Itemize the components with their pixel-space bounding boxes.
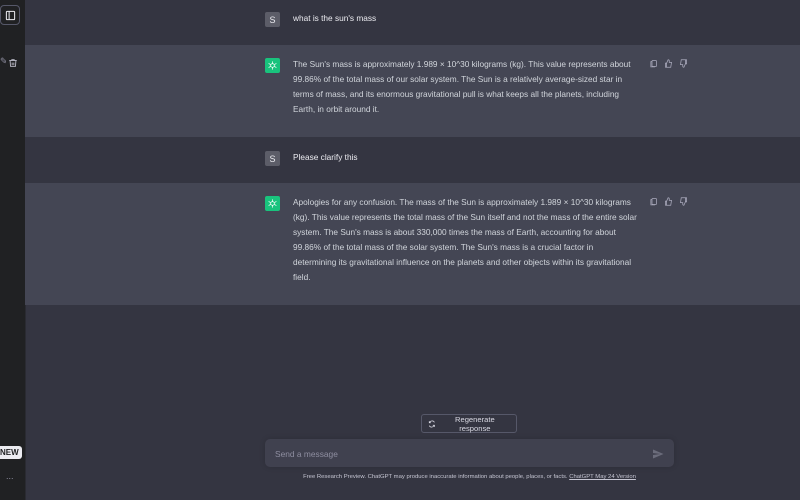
send-button[interactable]	[652, 447, 664, 459]
copy-button[interactable]	[649, 59, 658, 68]
sidebar-toggle-button[interactable]	[0, 5, 20, 25]
thumbs-up-button[interactable]	[664, 197, 673, 206]
thumbs-up-icon	[665, 59, 672, 68]
trash-icon	[9, 59, 17, 67]
user-message: S what is the sun's mass	[25, 0, 800, 45]
regenerate-button[interactable]: Regenerate response	[421, 414, 517, 433]
footer-text: Free Research Preview. ChatGPT may produ…	[303, 474, 568, 480]
message-text: what is the sun's mass	[293, 13, 377, 23]
user-avatar: S	[265, 151, 280, 166]
edit-icon[interactable]: ✎	[0, 56, 6, 66]
sidebar: ✎ NEW ...	[0, 0, 26, 500]
message-actions	[649, 59, 688, 68]
thumbs-down-button[interactable]	[679, 59, 688, 68]
delete-chat-button[interactable]	[8, 55, 18, 67]
more-options-label[interactable]: ...	[6, 471, 14, 481]
thumbs-down-icon	[680, 59, 687, 68]
refresh-icon	[428, 420, 435, 427]
footer-disclaimer: Free Research Preview. ChatGPT may produ…	[265, 474, 674, 480]
assistant-avatar	[265, 58, 280, 73]
assistant-message: The Sun's mass is approximately 1.989 × …	[25, 45, 800, 137]
thumbs-up-button[interactable]	[664, 59, 673, 68]
sidebar-toggle-icon	[5, 10, 15, 20]
thumbs-down-icon	[680, 197, 687, 206]
thumbs-up-icon	[665, 197, 672, 206]
copy-button[interactable]	[649, 197, 658, 206]
openai-logo-icon	[268, 61, 277, 70]
new-badge: NEW	[0, 446, 22, 459]
assistant-avatar	[265, 196, 280, 211]
send-icon	[653, 449, 664, 459]
thumbs-down-button[interactable]	[679, 197, 688, 206]
copy-icon	[650, 198, 657, 206]
message-text: Apologies for any confusion. The mass of…	[293, 197, 637, 282]
version-link[interactable]: ChatGPT May 24 Version	[569, 474, 636, 480]
message-composer	[265, 439, 674, 467]
user-message: S Please clarify this	[25, 137, 800, 183]
user-avatar: S	[265, 12, 280, 27]
message-text: Please clarify this	[293, 152, 358, 162]
chat-main: S what is the sun's mass The Sun's mass …	[25, 0, 800, 500]
message-actions	[649, 197, 688, 206]
openai-logo-icon	[268, 199, 277, 208]
assistant-message: Apologies for any confusion. The mass of…	[25, 183, 800, 305]
message-input[interactable]	[273, 445, 637, 463]
regenerate-label: Regenerate response	[455, 414, 495, 433]
copy-icon	[650, 60, 657, 68]
message-text: The Sun's mass is approximately 1.989 × …	[293, 59, 631, 114]
